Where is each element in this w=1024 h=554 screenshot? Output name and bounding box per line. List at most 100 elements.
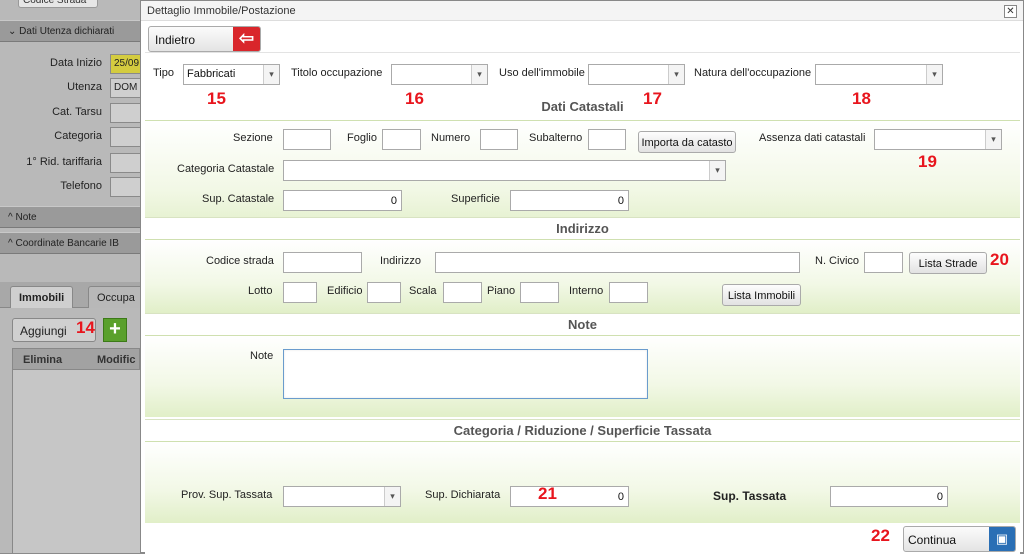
plus-icon[interactable]: + (103, 318, 127, 342)
annotation-21: 21 (538, 484, 557, 503)
natura-label: Natura dell'occupazione (694, 67, 812, 79)
categoria-catastale-select[interactable]: ▾ (283, 160, 726, 181)
n-civico-input[interactable] (864, 252, 903, 273)
numero-label: Numero (431, 132, 471, 144)
section-dati-utenza[interactable]: ⌄ Dati Utenza dichiarati (0, 20, 140, 42)
superficie-label: Superficie (451, 193, 500, 205)
table-header: Elimina Modific (12, 348, 140, 370)
dati-catastali-header: Dati Catastali (145, 96, 1020, 118)
chevron-down-icon: ▾ (926, 65, 942, 84)
tassata-header: Categoria / Riduzione / Superficie Tassa… (145, 419, 1020, 441)
annotation-14: 14 (76, 318, 95, 337)
cat-tarsu-label: Cat. Tarsu (52, 106, 102, 118)
rid-tariffaria-field[interactable] (110, 153, 140, 173)
annotation-16: 16 (405, 89, 424, 108)
continua-label: Continua (908, 533, 957, 547)
indietro-button[interactable]: Indietro ⇦ (148, 26, 261, 52)
scala-label: Scala (409, 285, 437, 297)
chevron-down-icon: ▾ (709, 161, 725, 180)
lista-immobili-button[interactable]: Lista Immobili (722, 284, 801, 306)
lotto-label: Lotto (248, 285, 273, 297)
categoria-field[interactable] (110, 127, 140, 147)
chevron-down-icon: ▾ (985, 130, 1001, 149)
tipo-label: Tipo (153, 67, 174, 79)
data-inizio-field[interactable]: 25/09 (110, 54, 140, 74)
categoria-catastale-label: Categoria Catastale (177, 163, 275, 175)
chevron-down-icon: ▾ (668, 65, 684, 84)
toolbar: Indietro ⇦ (145, 23, 1020, 53)
note-header: Note (145, 313, 1020, 335)
close-icon[interactable]: ✕ (1004, 5, 1017, 18)
sup-dichiarata-input[interactable]: 0 (510, 486, 629, 507)
interno-input[interactable] (609, 282, 648, 303)
tipo-select[interactable]: Fabbricati ▾ (183, 64, 280, 85)
dialog-title: Dettaglio Immobile/Postazione ✕ (141, 1, 1023, 21)
assenza-select[interactable]: ▾ (874, 129, 1002, 150)
sezione-input[interactable] (283, 129, 331, 150)
piano-input[interactable] (520, 282, 559, 303)
importa-catasto-button[interactable]: Importa da catasto (638, 131, 736, 153)
chevron-down-icon: ▾ (263, 65, 279, 84)
uso-label: Uso dell'immobile (499, 67, 585, 79)
sup-catastale-input[interactable]: 0 (283, 190, 402, 211)
n-civico-label: N. Civico (815, 255, 860, 267)
scala-input[interactable] (443, 282, 482, 303)
back-arrow-icon: ⇦ (233, 27, 260, 51)
sup-tassata-input[interactable]: 0 (830, 486, 948, 507)
superficie-input[interactable]: 0 (510, 190, 629, 211)
edificio-label: Edificio (327, 285, 363, 297)
tipo-value: Fabbricati (187, 68, 236, 80)
annotation-15: 15 (207, 89, 226, 108)
categoria-label: Categoria (54, 130, 102, 142)
tab-occupa[interactable]: Occupa (88, 286, 140, 308)
lista-strade-button[interactable]: Lista Strade (909, 252, 987, 274)
save-icon: ▣ (989, 527, 1015, 551)
section-note-label: Note (15, 212, 37, 223)
indirizzo-input[interactable] (435, 252, 800, 273)
tab-codice-strada[interactable]: Codice Strada (18, 0, 98, 8)
edificio-input[interactable] (367, 282, 401, 303)
annotation-20: 20 (990, 250, 1009, 269)
background-panel: Codice Strada ⌄ Dati Utenza dichiarati D… (0, 0, 140, 553)
indirizzo-panel: Codice strada Indirizzo N. Civico Lista … (145, 239, 1020, 313)
col-modifica: Modific (97, 354, 136, 366)
codice-strada-input[interactable] (283, 252, 362, 273)
foglio-input[interactable] (382, 129, 421, 150)
section-dati-utenza-label: Dati Utenza dichiarati (19, 26, 115, 37)
sup-catastale-label: Sup. Catastale (202, 193, 275, 205)
tab-immobili[interactable]: Immobili (10, 286, 74, 308)
uso-select[interactable]: ▾ (588, 64, 685, 85)
sup-tassata-label: Sup. Tassata (713, 489, 787, 503)
chevron-up-icon: ^ (8, 212, 13, 223)
natura-select[interactable]: ▾ (815, 64, 943, 85)
cat-tarsu-field[interactable] (110, 103, 140, 123)
telefono-label: Telefono (60, 180, 102, 192)
tassata-panel: Prov. Sup. Tassata ▾ Sup. Dichiarata 0 S… (145, 441, 1020, 523)
section-note[interactable]: ^ Note (0, 206, 140, 228)
continua-button[interactable]: Continua ▣ (903, 526, 1016, 552)
rid-tariffaria-label: 1° Rid. tariffaria (26, 156, 102, 168)
background-tabs: Immobili Occupa (0, 282, 140, 308)
section-coordinate[interactable]: ^ Coordinate Bancarie IB (0, 232, 140, 254)
utenza-field[interactable]: DOM (110, 78, 140, 98)
telefono-field[interactable] (110, 177, 140, 197)
subalterno-input[interactable] (588, 129, 626, 150)
lotto-input[interactable] (283, 282, 317, 303)
note-label: Note (250, 350, 274, 362)
titolo-select[interactable]: ▾ (391, 64, 488, 85)
indirizzo-label: Indirizzo (380, 255, 421, 267)
piano-label: Piano (487, 285, 516, 297)
numero-input[interactable] (480, 129, 518, 150)
note-textarea[interactable] (283, 349, 648, 399)
annotation-19: 19 (918, 152, 937, 171)
chevron-down-icon: ▾ (384, 487, 400, 506)
dialog-title-text: Dettaglio Immobile/Postazione (147, 5, 296, 17)
titolo-label: Titolo occupazione (291, 67, 383, 79)
prov-sup-tassata-select[interactable]: ▾ (283, 486, 401, 507)
sezione-label: Sezione (233, 132, 273, 144)
chevron-up-icon: ^ (8, 238, 13, 249)
col-elimina: Elimina (23, 354, 63, 366)
prov-sup-tassata-label: Prov. Sup. Tassata (181, 489, 273, 501)
background-list (12, 370, 140, 553)
note-panel: Note (145, 335, 1020, 417)
